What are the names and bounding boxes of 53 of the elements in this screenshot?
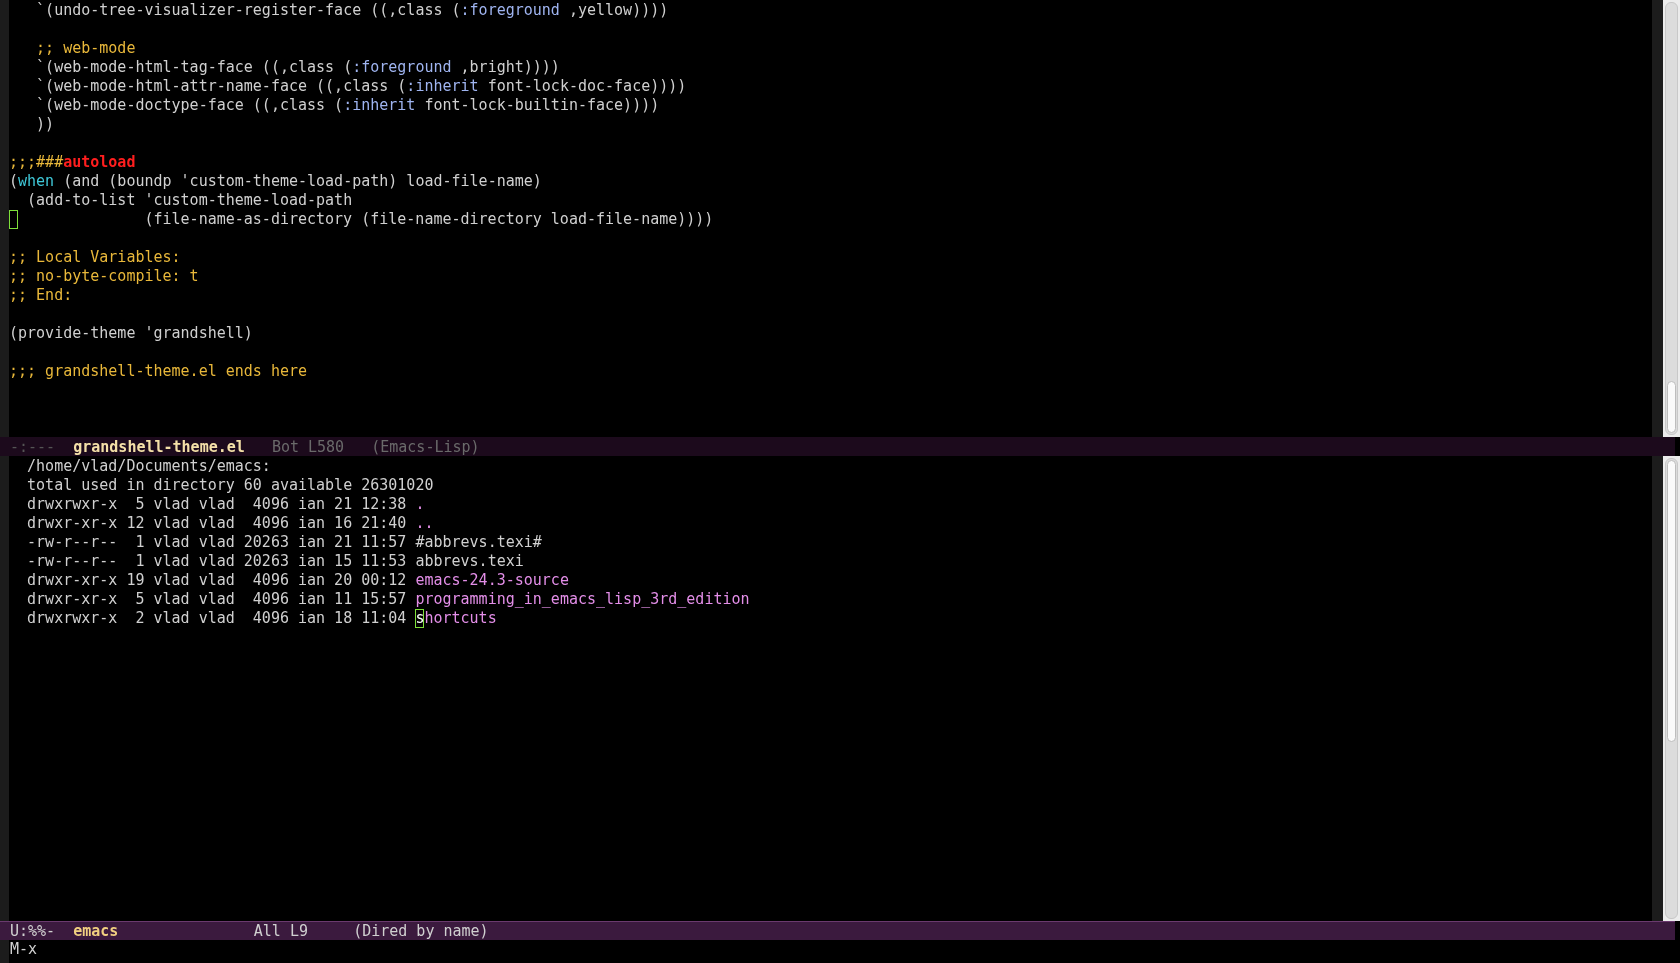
directory-name: . [415,495,425,513]
code-text: drwxr-xr-x 12 vlad vlad 4096 ian 16 21:40 [26,514,408,532]
code-text: )) [35,115,55,133]
code-text: total used in directory 60 available 26301020 [26,476,434,494]
comment-text: ;; Local Variables: [9,248,181,266]
buffer-status: -:--- [10,437,56,457]
code-text: -rw-r--r-- 1 vlad vlad 20263 ian 21 11:57 #abbrevs.texi# [26,533,542,551]
keyword-text: :inherit [406,77,479,95]
buffer-position: Bot L580 [271,437,345,457]
code-text: (file-name-as-directory (file-name-directory load-file-name)))) [143,210,714,228]
code-text: ,yellow)))) [567,1,669,19]
code-text: (provide-theme 'grandshell) [9,324,253,342]
comment-text: ;; no-byte-compile: t [9,267,199,285]
scrollbar[interactable] [1663,0,1680,437]
fringe [0,940,9,963]
autoload-text: autoload [63,153,136,171]
directory-name: emacs-24.3-source [415,571,569,589]
code-text: (add-to-list 'custom-theme-load-path [26,191,353,209]
comment-text: ;;;### [9,153,64,171]
major-mode: (Dired by name) [353,921,489,941]
directory-name: programming_in_emacs_lisp_3rd_edition [415,590,750,608]
code-text: /home/vlad/Documents/emacs: [26,457,271,475]
scrollbar[interactable] [1663,456,1680,921]
comment-text: ;; End: [9,286,73,304]
keyword-text: :foreground [460,1,560,19]
code-text: `(web-mode-doctype-face ((,class ( [35,96,344,114]
code-text: drwxr-xr-x 19 vlad vlad 4096 ian 20 00:12 [26,571,408,589]
buffer-position: All L9 [253,921,308,941]
code-text: -rw-r--r-- 1 vlad vlad 20263 ian 15 11:53 abbrevs.texi [26,552,524,570]
code-text: drwxrwxr-x 2 vlad vlad 4096 ian 18 11:04 [26,609,408,627]
code-text: font-lock-builtin-face)))) [423,96,660,114]
buffer-name: grandshell-theme.el [73,437,245,457]
keyword-text: :foreground [352,58,452,76]
code-text: `(web-mode-html-attr-name-face ((,class ( [35,77,407,95]
comment-text: ;; web-mode [35,39,136,57]
comment-text: ;;; grandshell-theme.el ends here [9,362,307,380]
code-text: `(web-mode-html-tag-face ((,class ( [35,58,353,76]
code-text: ( [9,172,19,190]
code-text: font-lock-doc-face)))) [486,77,687,95]
directory-name: .. [415,514,434,532]
minibuffer-prompt: M-x [9,940,38,960]
keyword-text: :inherit [343,96,416,114]
major-mode: (Emacs-Lisp) [371,437,480,457]
code-text: `(undo-tree-visualizer-register-face ((,class ( [35,1,461,19]
buffer-status: U:%%- [10,921,56,941]
code-text: drwxr-xr-x 5 vlad vlad 4096 ian 11 15:57 [26,590,408,608]
code-text: (and (boundp 'custom-theme-load-path) load-file-name) [62,172,542,190]
text-cursor: s [415,609,425,628]
directory-name: hortcuts [424,609,497,627]
keyword-text: when [18,172,55,190]
code-text: drwxrwxr-x 5 vlad vlad 4096 ian 21 12:38 [26,495,408,513]
code-text: ,bright)))) [459,58,560,76]
buffer-name: emacs [73,921,119,941]
